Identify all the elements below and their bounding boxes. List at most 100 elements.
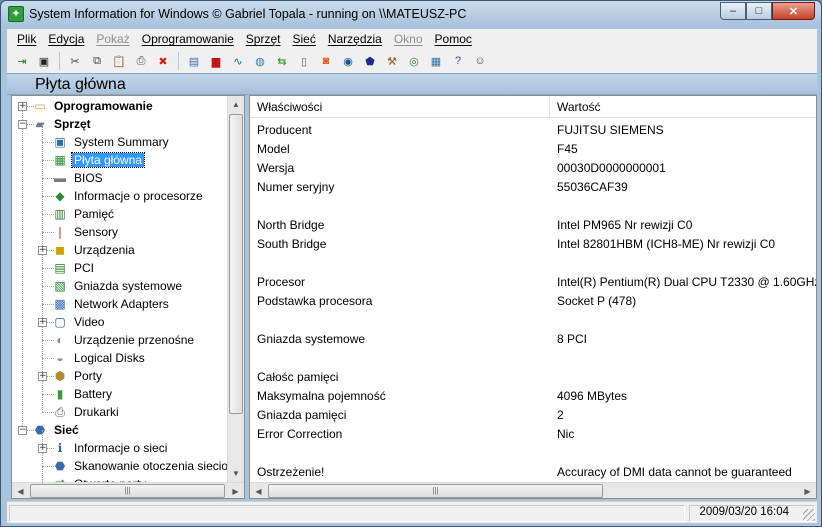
- tree-node[interactable]: ◐ Urządzenie przenośne: [52, 331, 196, 349]
- exit-icon[interactable]: ⇥: [13, 52, 31, 70]
- list-hscroll-thumb[interactable]: |||: [268, 484, 603, 498]
- tree-node[interactable]: ▦ Płyta główna: [52, 151, 146, 169]
- paste-icon[interactable]: 📋: [110, 52, 128, 70]
- scroll-left-arrow[interactable]: ◀: [250, 483, 267, 498]
- menu-5[interactable]: Sieć: [286, 32, 321, 46]
- report-icon[interactable]: ▦: [427, 52, 445, 70]
- copy-icon[interactable]: ⧉: [88, 52, 106, 70]
- tree-scroll-thumb[interactable]: [229, 114, 243, 414]
- cut-icon[interactable]: ✂: [66, 52, 84, 70]
- about-icon[interactable]: ☺: [471, 52, 489, 70]
- tree-vertical-scrollbar[interactable]: ▲ ▼: [227, 96, 244, 482]
- scroll-right-arrow[interactable]: ▶: [227, 483, 244, 498]
- tree-node[interactable]: ▣ System Summary: [52, 133, 171, 151]
- table-row[interactable]: South Bridge Intel 82801HBM (ICH8-ME) Nr …: [250, 235, 816, 254]
- scroll-up-arrow[interactable]: ▲: [228, 96, 244, 113]
- tree-node[interactable]: ▬ BIOS: [52, 169, 105, 187]
- table-row[interactable]: Ostrzeżenie! Accuracy of DMI data cannot …: [250, 463, 816, 482]
- tree-node[interactable]: ◼ Urządzenia: [52, 241, 137, 259]
- menu-1[interactable]: Edycja: [42, 32, 90, 46]
- category-tree[interactable]: ▭ Oprogramowanie ▰ Sprzęt ▣ System Summary ▦ Pł…: [11, 95, 245, 499]
- refresh-icon[interactable]: ⇆: [273, 52, 291, 70]
- table-row[interactable]: Podstawka procesora Socket P (478): [250, 292, 816, 311]
- table-row[interactable]: [250, 349, 816, 368]
- tree-hscroll-thumb[interactable]: |||: [30, 484, 225, 498]
- menu-6[interactable]: Narzędzia: [322, 32, 388, 46]
- table-row[interactable]: Całośc pamięci: [250, 368, 816, 387]
- table-row[interactable]: Model F45: [250, 140, 816, 159]
- disk-icon[interactable]: ◎: [405, 52, 423, 70]
- tree-node[interactable]: ◆ Informacje o procesorze: [52, 187, 205, 205]
- table-row[interactable]: Wersja 00030D0000000001: [250, 159, 816, 178]
- collapse-icon[interactable]: −: [18, 426, 27, 435]
- tree-node[interactable]: ▧ Gniazda systemowe: [52, 277, 184, 295]
- tree-node[interactable]: ▭ Oprogramowanie: [32, 97, 155, 115]
- resize-grip[interactable]: [803, 509, 815, 521]
- office-icon[interactable]: ◙: [317, 52, 335, 70]
- table-row[interactable]: Maksymalna pojemność 4096 MBytes: [250, 387, 816, 406]
- column-header-property[interactable]: Właściwości: [257, 100, 322, 114]
- tree-guide-line: [42, 232, 54, 233]
- tree-node[interactable]: ▥ Pamięć: [52, 205, 116, 223]
- menu-3[interactable]: Oprogramowanie: [136, 32, 240, 46]
- tree-node[interactable]: ⎙ Drukarki: [52, 403, 121, 421]
- save-icon[interactable]: ▣: [35, 52, 53, 70]
- table-row[interactable]: [250, 197, 816, 216]
- expand-icon[interactable]: +: [38, 444, 47, 453]
- column-divider[interactable]: [549, 96, 550, 118]
- expand-icon[interactable]: +: [38, 246, 47, 255]
- help-icon[interactable]: ?: [449, 52, 467, 70]
- tree-node[interactable]: ▢ Video: [52, 313, 106, 331]
- properties-list[interactable]: Właściwości Wartość ◀ ||| ▶ Producent FUJ…: [249, 95, 817, 499]
- monitor-icon[interactable]: ▤: [185, 52, 203, 70]
- shield-icon[interactable]: ⬟: [361, 52, 379, 70]
- tree-node[interactable]: ⬣ Skanowanie otoczenia siecio: [52, 457, 230, 475]
- document-icon[interactable]: ▯: [295, 52, 313, 70]
- column-header-value[interactable]: Wartość: [557, 100, 601, 114]
- toolbar-separator: [59, 52, 60, 70]
- title-bar[interactable]: ✦ System Information for Windows © Gabri…: [1, 1, 821, 28]
- table-row[interactable]: [250, 444, 816, 463]
- expand-icon[interactable]: +: [38, 318, 47, 327]
- globe-icon[interactable]: ◉: [339, 52, 357, 70]
- table-row[interactable]: Error Correction Nic: [250, 425, 816, 444]
- tools-icon[interactable]: ⚒: [383, 52, 401, 70]
- expand-icon[interactable]: +: [18, 102, 27, 111]
- table-row[interactable]: North Bridge Intel PM965 Nr rewizji C0: [250, 216, 816, 235]
- close-button[interactable]: ✕: [772, 2, 815, 20]
- tree-node[interactable]: ❘ Sensory: [52, 223, 120, 241]
- table-row[interactable]: Gniazda pamięci 2: [250, 406, 816, 425]
- stop-icon[interactable]: ✖: [154, 52, 172, 70]
- table-row[interactable]: Gniazda systemowe 8 PCI: [250, 330, 816, 349]
- tree-node[interactable]: ℹ Informacje o sieci: [52, 439, 169, 457]
- table-row[interactable]: Procesor Intel(R) Pentium(R) Dual CPU T23…: [250, 273, 816, 292]
- expand-icon[interactable]: +: [38, 372, 47, 381]
- tree-node[interactable]: ⬣ Sieć: [32, 421, 81, 439]
- tree-node[interactable]: ▮ Battery: [52, 385, 114, 403]
- tree-node[interactable]: ◒ Logical Disks: [52, 349, 147, 367]
- menu-7[interactable]: Okno: [388, 32, 429, 46]
- cpu-chart-icon[interactable]: ∿: [229, 52, 247, 70]
- table-row[interactable]: [250, 254, 816, 273]
- menu-2[interactable]: Pokaż: [90, 32, 135, 46]
- collapse-icon[interactable]: −: [18, 120, 27, 129]
- table-row[interactable]: Numer seryjny 55036CAF39: [250, 178, 816, 197]
- print-icon[interactable]: ⎙: [132, 52, 150, 70]
- menu-4[interactable]: Sprzęt: [240, 32, 287, 46]
- table-row[interactable]: [250, 311, 816, 330]
- table-row[interactable]: Producent FUJITSU SIEMENS: [250, 121, 816, 140]
- list-horizontal-scrollbar[interactable]: ◀ ||| ▶: [250, 482, 816, 498]
- scroll-left-arrow[interactable]: ◀: [12, 483, 29, 498]
- network-icon[interactable]: ◍: [251, 52, 269, 70]
- menu-0[interactable]: Plik: [11, 32, 42, 46]
- tree-node[interactable]: ⬢ Porty: [52, 367, 104, 385]
- minimize-button[interactable]: –: [720, 2, 746, 20]
- menu-8[interactable]: Pomoc: [429, 32, 478, 46]
- maximize-button[interactable]: □: [746, 2, 772, 20]
- scroll-right-arrow[interactable]: ▶: [799, 483, 816, 498]
- tree-node[interactable]: ▩ Network Adapters: [52, 295, 171, 313]
- scroll-down-arrow[interactable]: ▼: [228, 465, 244, 482]
- memory-icon[interactable]: ▆: [207, 52, 225, 70]
- tree-node[interactable]: ▤ PCI: [52, 259, 96, 277]
- app-icon[interactable]: ✦: [8, 6, 24, 22]
